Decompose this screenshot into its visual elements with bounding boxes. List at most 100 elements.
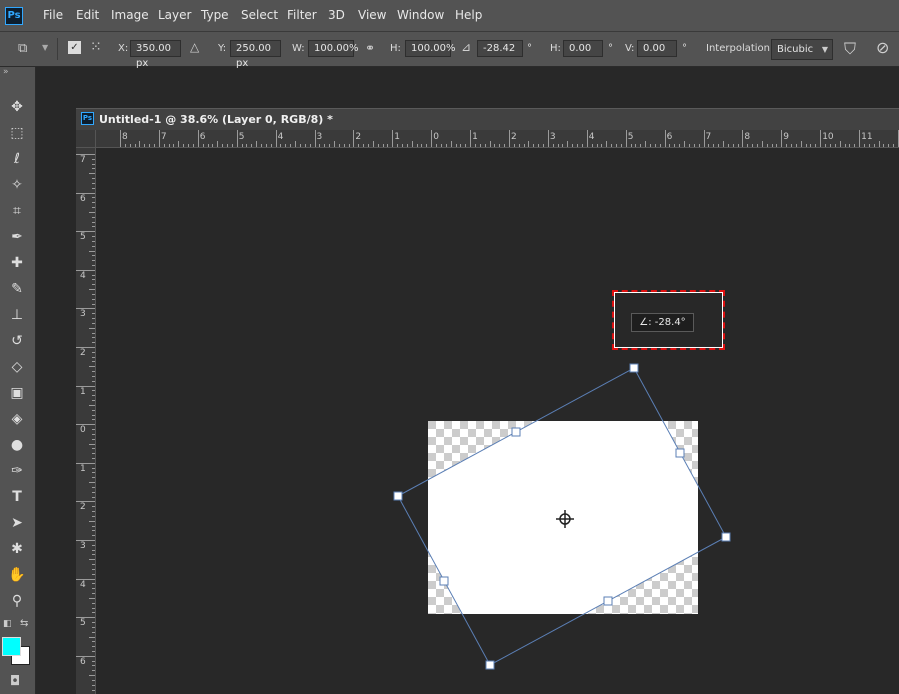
transform-tool-icon[interactable]: ⧉ (18, 41, 27, 56)
photoshop-logo[interactable]: Ps (5, 7, 23, 25)
ruler-tick (615, 144, 617, 147)
rotation-input[interactable]: -28.42 (477, 40, 523, 57)
ruler-tick (92, 549, 95, 551)
chevron-down-icon[interactable]: ▼ (42, 43, 48, 52)
ruler-tick (92, 438, 95, 440)
dodge-icon[interactable]: ● (6, 435, 28, 455)
ruler-tick (92, 564, 95, 566)
ruler-top-label: 2 (511, 132, 517, 142)
type-icon[interactable]: T (6, 487, 28, 507)
ruler-tick (674, 144, 676, 147)
ruler-tick (387, 144, 389, 147)
menu-edit[interactable]: Edit (76, 8, 99, 22)
magic-wand-icon[interactable]: ✧ (6, 175, 28, 195)
ruler-tick (761, 141, 763, 147)
ruler-tick (92, 453, 95, 455)
menu-type[interactable]: Type (201, 8, 229, 22)
ruler-tick (92, 665, 95, 667)
height-input[interactable]: 100.00% (405, 40, 456, 57)
ruler-tick (684, 141, 686, 147)
ruler-tick (256, 141, 258, 147)
ruler-tick (859, 130, 861, 147)
interpolation-label: Interpolation: (706, 43, 774, 54)
stamp-icon[interactable]: ⊥ (6, 305, 28, 325)
ruler-tick (76, 578, 95, 580)
menu-3d[interactable]: 3D (328, 8, 345, 22)
cancel-icon[interactable]: ⊘ (876, 38, 889, 57)
ruler-tick (207, 144, 209, 147)
ruler-tick (246, 144, 248, 147)
ruler-tick (89, 327, 95, 329)
zoom-icon[interactable]: ⚲ (6, 591, 28, 611)
ruler-tick (295, 141, 297, 147)
width-input[interactable]: 100.00% (308, 40, 359, 57)
ruler-tick (382, 144, 384, 147)
shape-icon[interactable]: ✱ (6, 539, 28, 559)
lasso-icon[interactable]: ℓ (6, 149, 28, 169)
reference-point-icon[interactable]: ⁙ (90, 39, 102, 55)
marquee-icon[interactable]: ⬚ (6, 123, 28, 143)
ruler-tick (727, 144, 729, 147)
menu-view[interactable]: View (358, 8, 386, 22)
vertical-ruler[interactable]: 7 6 5 4 3 2 1 0 1 2 3 4 5 6 (76, 148, 96, 694)
v-skew-input[interactable]: 0.00 (637, 40, 677, 57)
menu-layer[interactable]: Layer (158, 8, 191, 22)
document-tab-title[interactable]: Untitled-1 @ 38.6% (Layer 0, RGB/8) * (99, 113, 333, 126)
ruler-tick (688, 144, 690, 147)
blur-icon[interactable]: ◈ (6, 409, 28, 429)
menu-help[interactable]: Help (455, 8, 482, 22)
ruler-left-label: 5 (80, 232, 86, 243)
ruler-tick (173, 144, 175, 147)
eyedropper-icon[interactable]: ✒ (6, 227, 28, 247)
ruler-tick (76, 269, 95, 271)
brush-icon[interactable]: ✎ (6, 279, 28, 299)
h-skew-input[interactable]: 0.00 (563, 40, 603, 57)
ruler-tick (134, 144, 136, 147)
pen-icon[interactable]: ✑ (6, 461, 28, 481)
v-skew-label: V: (625, 43, 635, 54)
default-colors-icon[interactable]: ◧ (3, 619, 12, 629)
expand-panel-icon[interactable]: » (3, 67, 9, 77)
ruler-tick (92, 361, 95, 363)
ruler-tick (280, 144, 282, 147)
ruler-tick (474, 144, 476, 147)
menu-select[interactable]: Select (241, 8, 278, 22)
y-input[interactable]: 250.00 px (230, 40, 281, 69)
swap-colors-icon[interactable]: ⇆ (20, 618, 28, 629)
history-brush-icon[interactable]: ↺ (6, 331, 28, 351)
menu-window[interactable]: Window (397, 8, 444, 22)
interpolation-select[interactable]: Bicubic ▼ (771, 39, 833, 60)
link-icon[interactable]: ⚭ (365, 41, 375, 55)
ruler-tick (703, 130, 705, 147)
ruler-tick (504, 144, 506, 147)
gradient-icon[interactable]: ▣ (6, 383, 28, 403)
ruler-tick (878, 141, 880, 147)
ruler-tick (528, 141, 530, 147)
ruler-corner[interactable] (76, 130, 96, 148)
warp-icon[interactable]: ⛉ (844, 39, 856, 59)
hand-icon[interactable]: ✋ (6, 565, 28, 585)
ruler-tick (76, 424, 95, 426)
eraser-icon[interactable]: ◇ (6, 357, 28, 377)
crop-icon[interactable]: ⌗ (6, 201, 28, 221)
healing-icon[interactable]: ✚ (6, 253, 28, 273)
menu-image[interactable]: Image (111, 8, 149, 22)
ruler-tick (92, 506, 95, 508)
menu-file[interactable]: File (43, 8, 63, 22)
ruler-tick (92, 641, 95, 643)
path-select-icon[interactable]: ➤ (6, 513, 28, 533)
horizontal-ruler[interactable]: 876543210123456789101112 (96, 130, 899, 148)
foreground-color-swatch[interactable] (2, 637, 21, 656)
ruler-tick (513, 144, 515, 147)
ruler-tick (509, 130, 510, 147)
quick-mask-icon[interactable]: ◘ (10, 674, 20, 689)
move-icon[interactable]: ✥ (6, 97, 28, 117)
checkbox-icon[interactable]: ✓ (68, 41, 81, 54)
canvas-area[interactable] (96, 148, 899, 694)
menu-filter[interactable]: Filter (287, 8, 317, 22)
ruler-tick (329, 144, 331, 147)
ruler-tick (290, 144, 292, 147)
x-input[interactable]: 350.00 px (130, 40, 181, 69)
ruler-tick (92, 660, 95, 662)
ruler-tick (89, 675, 95, 677)
